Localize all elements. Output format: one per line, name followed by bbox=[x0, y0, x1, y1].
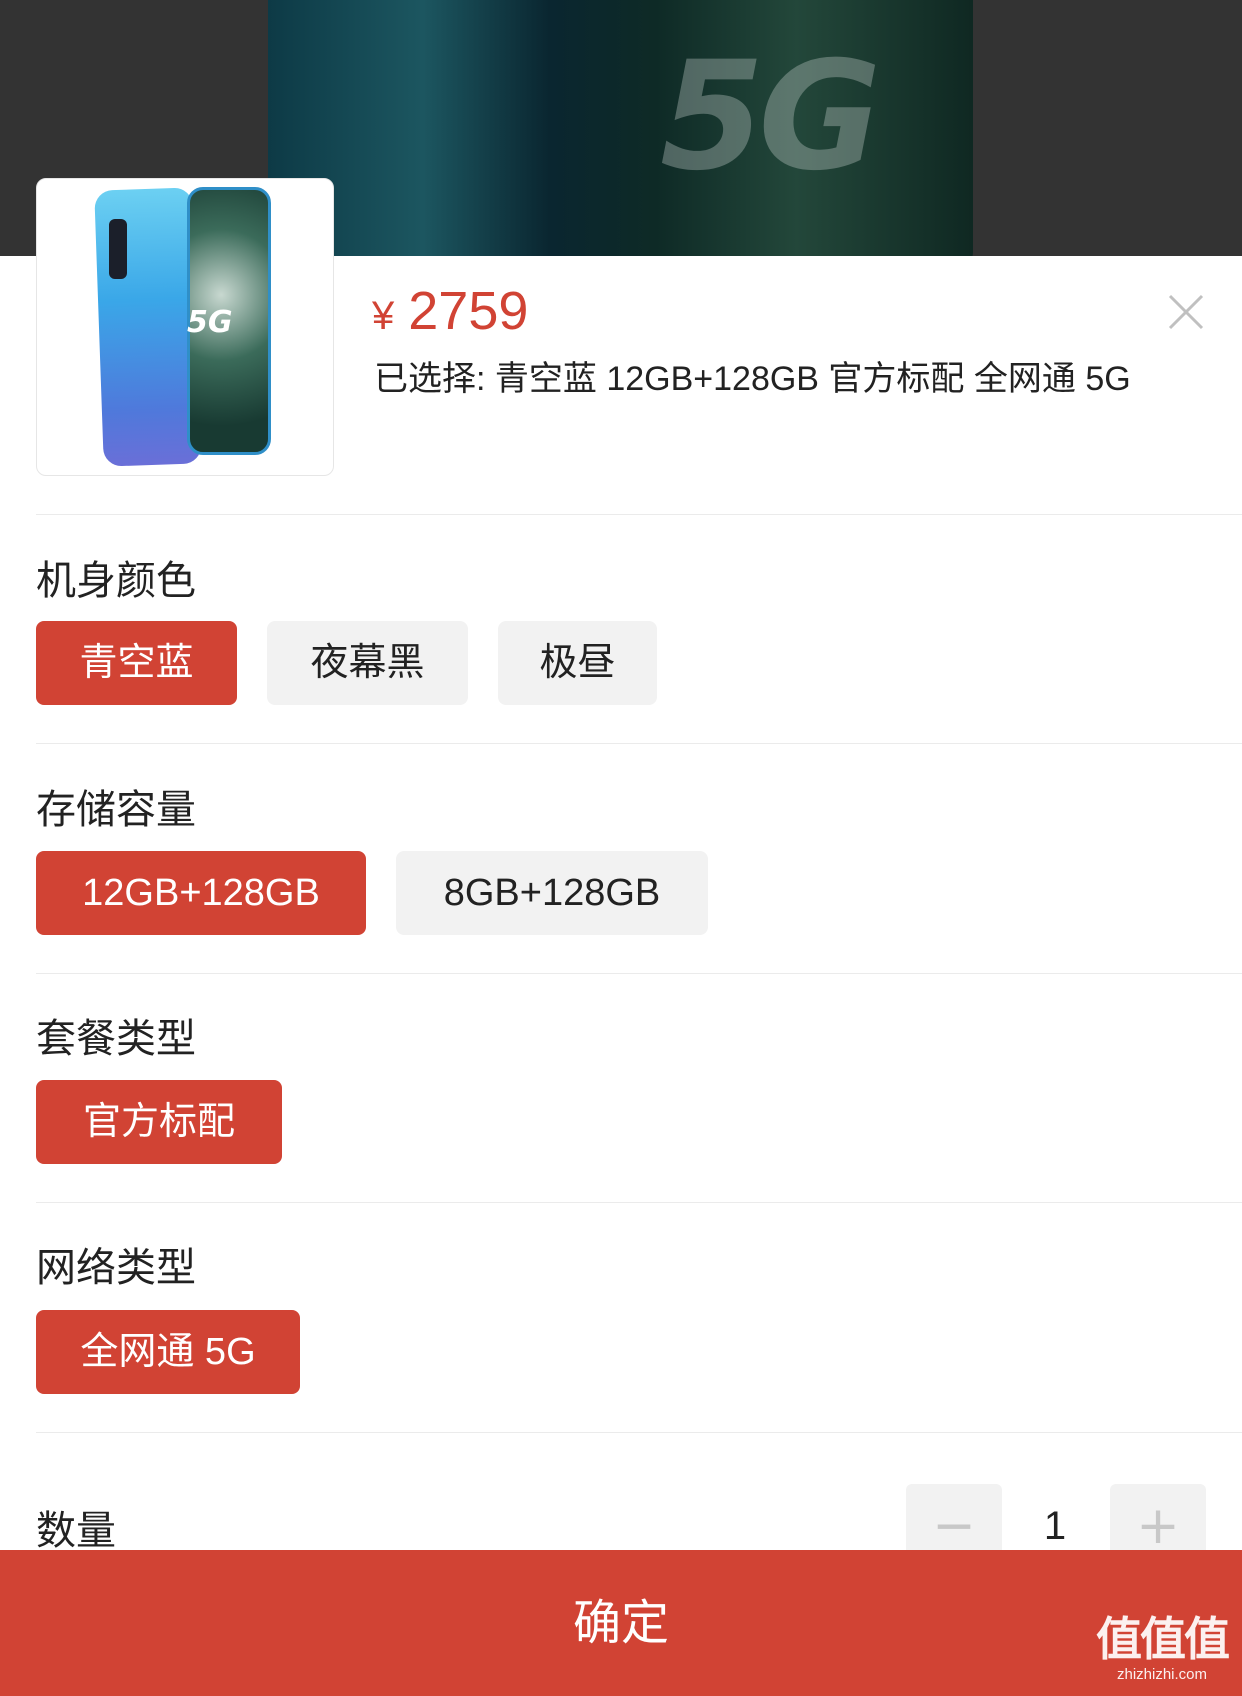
option-color-2[interactable]: 夜幕黑 bbox=[267, 621, 468, 705]
currency-symbol: ¥ bbox=[372, 294, 395, 338]
divider bbox=[36, 514, 1242, 515]
section-title-storage: 存储容量 bbox=[36, 787, 196, 833]
backdrop-5g-text: 5G bbox=[660, 30, 881, 204]
option-color-3[interactable]: 极昼 bbox=[498, 621, 657, 705]
price-value: 2759 bbox=[408, 281, 529, 341]
option-package-1[interactable]: 官方标配 bbox=[36, 1080, 282, 1164]
divider bbox=[36, 743, 1242, 744]
divider bbox=[36, 1432, 1242, 1433]
divider bbox=[36, 1202, 1242, 1203]
quantity-label: 数量 bbox=[36, 1508, 116, 1554]
close-icon bbox=[1168, 294, 1204, 330]
thumb-5g-text: 5G bbox=[187, 305, 233, 340]
option-storage-2[interactable]: 8GB+128GB bbox=[396, 851, 708, 935]
option-color-1[interactable]: 青空蓝 bbox=[36, 621, 237, 705]
price: ¥2759 bbox=[372, 280, 528, 342]
section-title-network: 网络类型 bbox=[36, 1245, 196, 1291]
close-button[interactable] bbox=[1166, 292, 1206, 332]
thumb-camera bbox=[109, 219, 127, 279]
selected-summary: 已选择: 青空蓝 12GB+128GB 官方标配 全网通 5G bbox=[374, 360, 1131, 398]
section-title-package: 套餐类型 bbox=[36, 1016, 196, 1062]
divider bbox=[36, 973, 1242, 974]
section-title-color: 机身颜色 bbox=[36, 558, 196, 604]
product-thumbnail: 5G bbox=[36, 178, 334, 476]
confirm-button[interactable]: 确定 bbox=[0, 1550, 1242, 1696]
option-network-1[interactable]: 全网通 5G bbox=[36, 1310, 300, 1394]
option-storage-1[interactable]: 12GB+128GB bbox=[36, 851, 366, 935]
